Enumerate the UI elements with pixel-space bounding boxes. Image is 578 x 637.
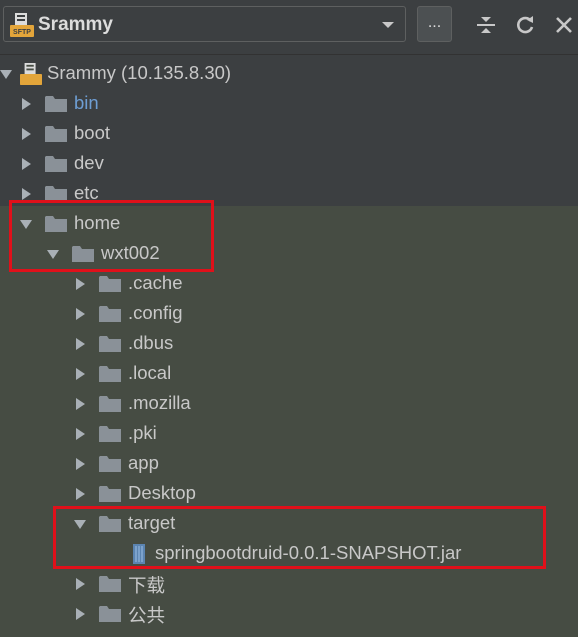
collapse-all-icon[interactable]: [475, 14, 497, 36]
chevron-right-icon[interactable]: [74, 488, 86, 500]
tree-root-server[interactable]: Srammy (10.135.8.30): [0, 59, 578, 89]
folder-icon: [99, 366, 121, 382]
tree-row-label: 下载: [128, 575, 166, 596]
chevron-right-icon[interactable]: [20, 158, 32, 170]
tree-row-config[interactable]: .config: [0, 299, 578, 329]
sftp-server-icon: [20, 63, 42, 85]
chevron-right-icon[interactable]: [74, 368, 86, 380]
tree-row-app[interactable]: app: [0, 449, 578, 479]
chevron-down-icon[interactable]: [0, 68, 12, 80]
tree-row-label: boot: [74, 122, 111, 143]
folder-icon: [99, 306, 121, 322]
more-options-button[interactable]: ...: [417, 6, 452, 42]
highlight-box-target: [53, 506, 546, 569]
tree-row-label: dev: [74, 152, 104, 173]
folder-icon: [99, 426, 121, 442]
tree-row-label: .dbus: [128, 332, 174, 353]
chevron-right-icon[interactable]: [74, 578, 86, 590]
chevron-right-icon[interactable]: [20, 98, 32, 110]
folder-icon: [45, 126, 67, 142]
tree-row-label: .local: [128, 362, 172, 383]
chevron-down-icon: [382, 22, 394, 28]
folder-icon: [99, 606, 121, 622]
folder-icon: [99, 396, 121, 412]
server-select-value: Srammy: [38, 14, 113, 35]
folder-icon: [99, 576, 121, 592]
chevron-right-icon[interactable]: [74, 428, 86, 440]
folder-icon: [99, 456, 121, 472]
tree-row-dbus[interactable]: .dbus: [0, 329, 578, 359]
tree-row-label: bin: [74, 92, 99, 113]
tree-row-cache[interactable]: .cache: [0, 269, 578, 299]
tree-row-pki[interactable]: .pki: [0, 419, 578, 449]
chevron-right-icon[interactable]: [74, 608, 86, 620]
tree-row-[interactable]: 公共: [0, 599, 578, 629]
chevron-right-icon[interactable]: [74, 398, 86, 410]
tree-row-dev[interactable]: dev: [0, 149, 578, 179]
tree-row-mozilla[interactable]: .mozilla: [0, 389, 578, 419]
tree-row-label: Desktop: [128, 482, 196, 503]
sftp-icon: SFTP: [10, 13, 34, 37]
refresh-icon[interactable]: [514, 14, 536, 36]
tree-row-label: app: [128, 452, 159, 473]
tree-row-[interactable]: 下载: [0, 569, 578, 599]
tree-row-label: .config: [128, 302, 183, 323]
highlight-box-home: [9, 200, 214, 272]
folder-icon: [99, 336, 121, 352]
remote-file-tree: Srammy (10.135.8.30) bin boot dev etc home wx…: [0, 55, 578, 637]
chevron-right-icon[interactable]: [74, 458, 86, 470]
close-icon[interactable]: [553, 14, 575, 36]
tree-row-label: .cache: [128, 272, 183, 293]
tree-row-bin[interactable]: bin: [0, 89, 578, 119]
toolbar: SFTP Srammy ...: [0, 0, 578, 55]
tree-row-local[interactable]: .local: [0, 359, 578, 389]
chevron-right-icon[interactable]: [74, 278, 86, 290]
tree-row-boot[interactable]: boot: [0, 119, 578, 149]
chevron-right-icon[interactable]: [74, 308, 86, 320]
tree-root-label: Srammy (10.135.8.30): [47, 62, 232, 83]
server-select-dropdown[interactable]: SFTP Srammy: [3, 6, 406, 42]
tree-row-desktop[interactable]: Desktop: [0, 479, 578, 509]
folder-icon: [99, 276, 121, 292]
chevron-right-icon[interactable]: [20, 188, 32, 200]
tree-row-label: .mozilla: [128, 392, 191, 413]
tree-row-label: .pki: [128, 422, 157, 443]
chevron-right-icon[interactable]: [20, 128, 32, 140]
sftp-badge-text: SFTP: [13, 29, 31, 36]
folder-icon: [45, 96, 67, 112]
folder-icon: [99, 486, 121, 502]
chevron-right-icon[interactable]: [74, 338, 86, 350]
tree-row-label: 公共: [128, 605, 166, 626]
folder-icon: [45, 156, 67, 172]
